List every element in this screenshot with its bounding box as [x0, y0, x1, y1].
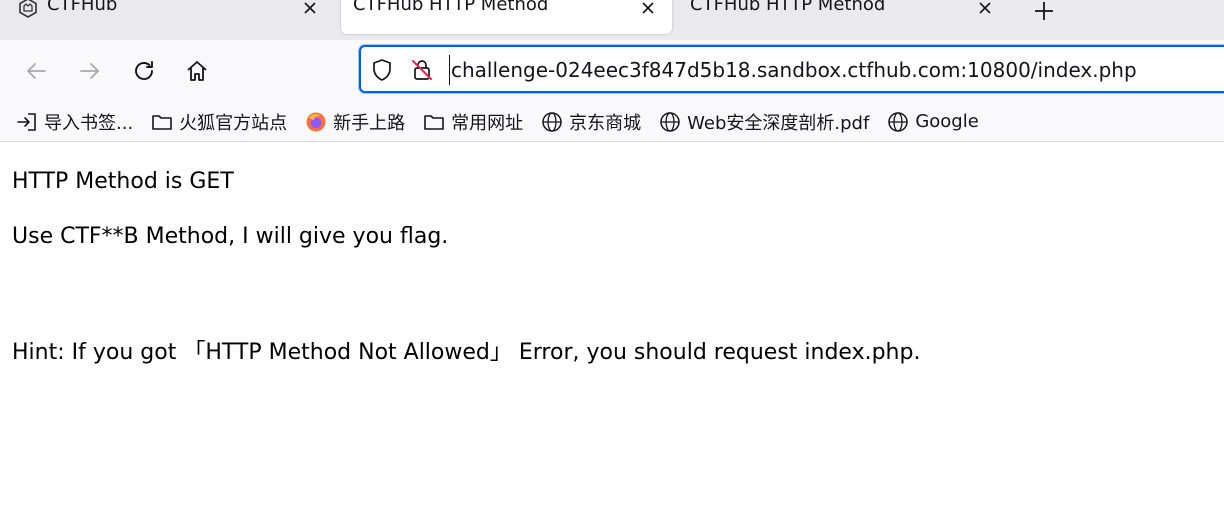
bookmark-label: 常用网址 — [451, 112, 524, 134]
bookmark-label: 火狐官方站点 — [179, 112, 288, 134]
insecure-lock-icon[interactable] — [409, 57, 435, 83]
tab-strip: CTFHub CTFHub HTTP Method CTFHub HTTP Me… — [0, 0, 1224, 40]
reload-icon — [135, 61, 153, 80]
arrow-left-icon — [27, 63, 46, 79]
folder-icon — [151, 111, 173, 133]
instruction-text: Use CTF**B Method, I will give you flag. — [12, 224, 449, 249]
new-tab-button[interactable] — [1030, 0, 1058, 22]
navigation-toolbar — [0, 40, 1224, 102]
folder-icon — [423, 111, 445, 133]
bookmark-label: Google — [915, 111, 979, 132]
tab-title: CTFHub HTTP Method — [690, 0, 886, 15]
bookmark-google[interactable]: Google — [887, 107, 979, 137]
url-input[interactable] — [449, 55, 1224, 85]
globe-icon — [541, 111, 563, 133]
bookmark-import[interactable]: 导入书签... — [16, 107, 133, 137]
bookmark-common-sites[interactable]: 常用网址 — [423, 107, 523, 137]
close-tab-icon[interactable] — [299, 0, 321, 19]
bookmark-label: 导入书签... — [44, 112, 134, 134]
back-button[interactable] — [19, 54, 53, 88]
import-icon — [16, 111, 38, 133]
tab-title: CTFHub HTTP Method — [353, 0, 549, 15]
reload-button[interactable] — [127, 54, 161, 88]
tab-ctfhub-http-method-active[interactable]: CTFHub HTTP Method — [341, 0, 672, 34]
arrow-right-icon — [80, 63, 99, 79]
home-icon — [187, 61, 207, 81]
bookmark-web-security-pdf[interactable]: Web安全深度剖析.pdf — [659, 107, 869, 137]
forward-button[interactable] — [73, 54, 107, 88]
shield-icon[interactable] — [369, 57, 395, 83]
tab-ctfhub[interactable]: CTFHub — [0, 0, 336, 34]
home-button[interactable] — [180, 54, 214, 88]
close-tab-icon[interactable] — [974, 0, 996, 19]
globe-icon — [659, 111, 681, 133]
globe-icon — [887, 111, 909, 133]
hint-text: Hint: If you got 「HTTP Method Not Allowe… — [12, 340, 921, 365]
firefox-icon — [305, 111, 327, 133]
bookmark-label: 新手上路 — [333, 112, 406, 134]
bookmark-label: Web安全深度剖析.pdf — [687, 112, 870, 134]
tab-title: CTFHub — [47, 0, 118, 15]
bookmark-getting-started[interactable]: 新手上路 — [305, 107, 405, 137]
bookmarks-toolbar: 导入书签... 火狐官方站点 新手上路 常用网址 京东商城 Web安全深度剖析.… — [0, 102, 1224, 142]
tab-ctfhub-http-method[interactable]: CTFHub HTTP Method — [678, 0, 1014, 34]
ctfhub-favicon-icon — [18, 0, 38, 18]
bookmark-label: 京东商城 — [569, 112, 642, 134]
plus-icon — [1035, 2, 1053, 20]
close-tab-icon[interactable] — [637, 0, 659, 19]
url-bar[interactable] — [359, 45, 1224, 93]
bookmark-firefox-official[interactable]: 火狐官方站点 — [151, 107, 287, 137]
http-method-text: HTTP Method is GET — [12, 169, 234, 194]
bookmark-jd[interactable]: 京东商城 — [541, 107, 641, 137]
